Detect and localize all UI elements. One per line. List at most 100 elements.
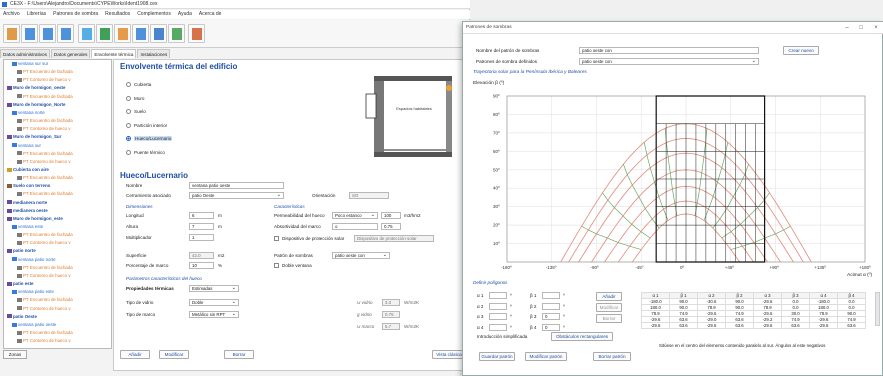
- tree-item[interactable]: ventana este: [12, 224, 43, 230]
- toolbar-button-chart-line[interactable]: [132, 24, 149, 43]
- tree-item[interactable]: PT Encuentro de fachada: [17, 265, 73, 271]
- permeabilidad-input[interactable]: 100: [381, 212, 401, 219]
- envelope-option-0[interactable]: Cubierta: [126, 82, 151, 88]
- tree-item[interactable]: PT Encuentro de fachada: [17, 94, 73, 100]
- menu-item-2[interactable]: Patrones de sombra: [53, 11, 98, 17]
- tab-1[interactable]: Datos generales: [50, 49, 91, 58]
- nombre-input[interactable]: ventana patio oeste: [189, 182, 284, 189]
- minimize-icon[interactable]: –: [840, 22, 854, 34]
- poly-input[interactable]: 0: [542, 313, 560, 320]
- table-scrollbar[interactable]: [875, 292, 880, 326]
- tree-item[interactable]: PT Contorno de hueco v: [17, 338, 71, 344]
- tree-item[interactable]: PT Encuentro de fachada: [17, 297, 73, 303]
- borrar-button[interactable]: Borrar: [224, 350, 254, 359]
- vista-clasica-button[interactable]: Vista clásica: [432, 350, 466, 359]
- toolbar-button-green-building[interactable]: [168, 24, 185, 43]
- tree-item[interactable]: PT Contorno de hueco v: [17, 77, 71, 83]
- poly-input[interactable]: [489, 313, 507, 320]
- toolbar-button-undo[interactable]: [57, 24, 74, 43]
- poly-input[interactable]: [489, 302, 507, 310]
- menu-item-6[interactable]: Acerca de: [199, 11, 222, 17]
- polygon-table[interactable]: α 1β 1α 2β 2α 3β 3α 4β 4 -180.0 90.0 -30.6 9…: [641, 292, 866, 329]
- poly-input[interactable]: [542, 292, 560, 299]
- tree-item[interactable]: Muro de hormigon_Sur: [7, 134, 61, 140]
- tree-item[interactable]: Cubierta con aire: [7, 167, 49, 173]
- tree-item[interactable]: ventana patio oeste: [12, 322, 56, 328]
- longitud-input[interactable]: 6: [189, 212, 214, 219]
- poly-anadir-button[interactable]: Añadir: [596, 292, 622, 301]
- tree-item[interactable]: PT Encuentro de fachada: [17, 69, 73, 75]
- tree-item[interactable]: Muro de hormigon_este: [7, 216, 63, 222]
- tree-item[interactable]: PT Encuentro de fachada: [17, 118, 73, 124]
- defined-patterns-select[interactable]: patio oeste con: [579, 58, 759, 65]
- multiplicador-input[interactable]: 1: [189, 234, 214, 241]
- poly-input[interactable]: 0: [542, 323, 560, 331]
- vidrio-select[interactable]: Doble: [189, 299, 239, 306]
- envelope-option-4[interactable]: Hueco/Lucernario: [126, 136, 173, 142]
- poly-input[interactable]: [542, 302, 560, 310]
- poly-borrar-button[interactable]: Borrar: [596, 314, 622, 323]
- envelope-tree[interactable]: ventana sur sur PT Encuentro de fachada PT…: [3, 59, 112, 349]
- zonas-button[interactable]: Zonas: [3, 350, 27, 359]
- menu-item-0[interactable]: Archivo: [3, 11, 20, 17]
- absortividad-input[interactable]: 0.75: [381, 223, 401, 230]
- maximize-icon[interactable]: □: [854, 22, 868, 34]
- tree-item[interactable]: patio este: [7, 281, 34, 287]
- toolbar-button-energy-rating[interactable]: [96, 24, 113, 43]
- envelope-option-3[interactable]: Partición interior: [126, 123, 167, 128]
- tree-item[interactable]: PT Contorno de hueco v: [17, 273, 71, 279]
- tab-2[interactable]: Envolvente térmica: [91, 49, 137, 58]
- modificar-patron-button[interactable]: Modificar patrón: [525, 352, 567, 361]
- close-icon[interactable]: ×: [869, 22, 883, 34]
- pattern-name-input[interactable]: patio oeste con: [579, 47, 759, 54]
- poly-input[interactable]: [489, 323, 507, 331]
- tree-item[interactable]: medianera norte: [7, 200, 47, 206]
- marco-tipo-select[interactable]: Metálico sin RPT: [189, 311, 239, 318]
- cerramiento-select[interactable]: patio Oeste: [189, 192, 284, 199]
- poly-modificar-button[interactable]: Modificar: [596, 303, 622, 312]
- tree-item[interactable]: PT Encuentro de fachada: [17, 232, 73, 238]
- tree-item[interactable]: ventana sur sur: [12, 61, 48, 67]
- toolbar-button-report[interactable]: [188, 24, 205, 43]
- menu-item-4[interactable]: Complementos: [137, 11, 171, 17]
- tree-item[interactable]: patio Oeste: [7, 314, 37, 320]
- altura-input[interactable]: 7: [189, 223, 214, 230]
- absortividad-color[interactable]: o: [332, 223, 378, 230]
- doble-ventana-checkbox[interactable]: Doble ventana: [274, 263, 312, 269]
- menu-item-1[interactable]: Librerías: [27, 11, 46, 17]
- envelope-option-5[interactable]: Puente térmico: [126, 150, 165, 155]
- tree-item[interactable]: Muro de hormigon_oeste: [7, 85, 65, 91]
- guardar-patron-button[interactable]: Guardar patrón: [479, 352, 515, 361]
- tree-item[interactable]: ventana sur: [12, 143, 41, 149]
- prop-select[interactable]: Estimadas: [189, 285, 239, 292]
- tab-3[interactable]: Instalaciones: [137, 49, 171, 58]
- tree-item[interactable]: ventana patio este: [12, 289, 54, 295]
- patron-select[interactable]: patio oeste con: [332, 252, 390, 259]
- borrar-patron-button[interactable]: Borrar patrón: [593, 352, 631, 361]
- tab-0[interactable]: Datos administrativos: [0, 49, 50, 58]
- tree-item[interactable]: Suelo con terreno: [7, 183, 50, 189]
- tree-item[interactable]: PT Encuentro de fachada: [17, 151, 73, 157]
- envelope-option-2[interactable]: Suelo: [126, 109, 146, 115]
- tree-item[interactable]: PT Contorno de hueco v: [17, 306, 71, 312]
- toolbar-button-new-file[interactable]: [3, 24, 20, 43]
- obstaculos-button[interactable]: Obstáculos rectangulares: [551, 332, 613, 341]
- tree-item[interactable]: PT Contorno de hueco v: [17, 159, 71, 165]
- toolbar-button-euro[interactable]: [150, 24, 167, 43]
- modificar-button[interactable]: Modificar: [159, 350, 189, 359]
- menu-item-3[interactable]: Resultados: [105, 11, 130, 17]
- proteccion-checkbox[interactable]: Dispositivo de protección solar: [274, 236, 344, 242]
- anadir-button[interactable]: Añadir: [120, 350, 150, 359]
- tree-item[interactable]: ventana patio norte: [12, 257, 56, 263]
- toolbar-button-save[interactable]: [39, 24, 56, 43]
- envelope-option-1[interactable]: Muro: [126, 96, 144, 101]
- menu-item-5[interactable]: Ayuda: [178, 11, 192, 17]
- marco-input[interactable]: 10: [189, 262, 214, 269]
- tree-item[interactable]: PT Contorno de hueco v: [17, 240, 71, 246]
- tree-item[interactable]: Muro de hormigon_Norte: [7, 102, 65, 108]
- tree-item[interactable]: patio norte: [7, 248, 36, 254]
- toolbar-button-calendar[interactable]: [78, 24, 95, 43]
- permeabilidad-select[interactable]: Poco estanco: [332, 212, 378, 219]
- tree-item[interactable]: ventana norte: [12, 110, 45, 116]
- tree-item[interactable]: PT Contorno de hueco v: [17, 126, 71, 132]
